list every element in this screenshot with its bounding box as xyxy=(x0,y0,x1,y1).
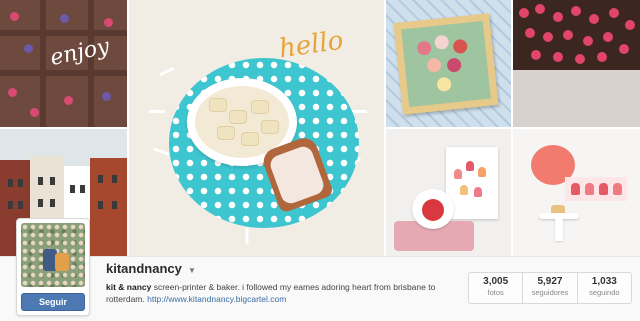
chevron-down-icon[interactable]: ▼ xyxy=(188,266,196,275)
enjoy-overlay-text: enjoy xyxy=(48,34,112,71)
photo-embroidery-frame[interactable] xyxy=(386,0,511,127)
stat-following-count: 1,033 xyxy=(591,276,617,287)
photo-brownies[interactable]: enjoy xyxy=(0,0,127,127)
follow-button[interactable]: Seguir xyxy=(21,293,85,311)
stat-followers[interactable]: 5,927 seguidores xyxy=(522,273,576,303)
stat-photos[interactable]: 3,005 fotos xyxy=(469,273,522,303)
bio-link[interactable]: http://www.kitandnancy.bigcartel.com xyxy=(147,294,286,304)
stat-following-label: seguindo xyxy=(589,288,620,297)
photo-pompom-cake[interactable] xyxy=(513,129,640,256)
profile-stats: 3,005 fotos 5,927 seguidores 1,033 segui… xyxy=(468,272,632,304)
profile-bio: kit & nancy screen-printer & baker. i fo… xyxy=(106,281,456,305)
stat-following[interactable]: 1,033 seguindo xyxy=(576,273,631,303)
stat-followers-count: 5,927 xyxy=(537,276,563,287)
photo-hello-breakfast[interactable]: hello xyxy=(129,0,384,256)
stat-followers-label: seguidores xyxy=(531,288,569,297)
photo-mosaic: enjoy hello xyxy=(0,0,640,256)
photo-raspberries[interactable] xyxy=(513,0,640,127)
username[interactable]: kitandnancy xyxy=(106,261,182,276)
stat-photos-label: fotos xyxy=(487,288,504,297)
stat-photos-count: 3,005 xyxy=(483,276,509,287)
bio-name: kit & nancy xyxy=(106,282,152,292)
photo-teapot-print[interactable] xyxy=(386,129,511,256)
hello-overlay-text: hello xyxy=(277,25,346,65)
profile-card: Seguir xyxy=(16,218,90,316)
avatar[interactable] xyxy=(21,223,85,287)
